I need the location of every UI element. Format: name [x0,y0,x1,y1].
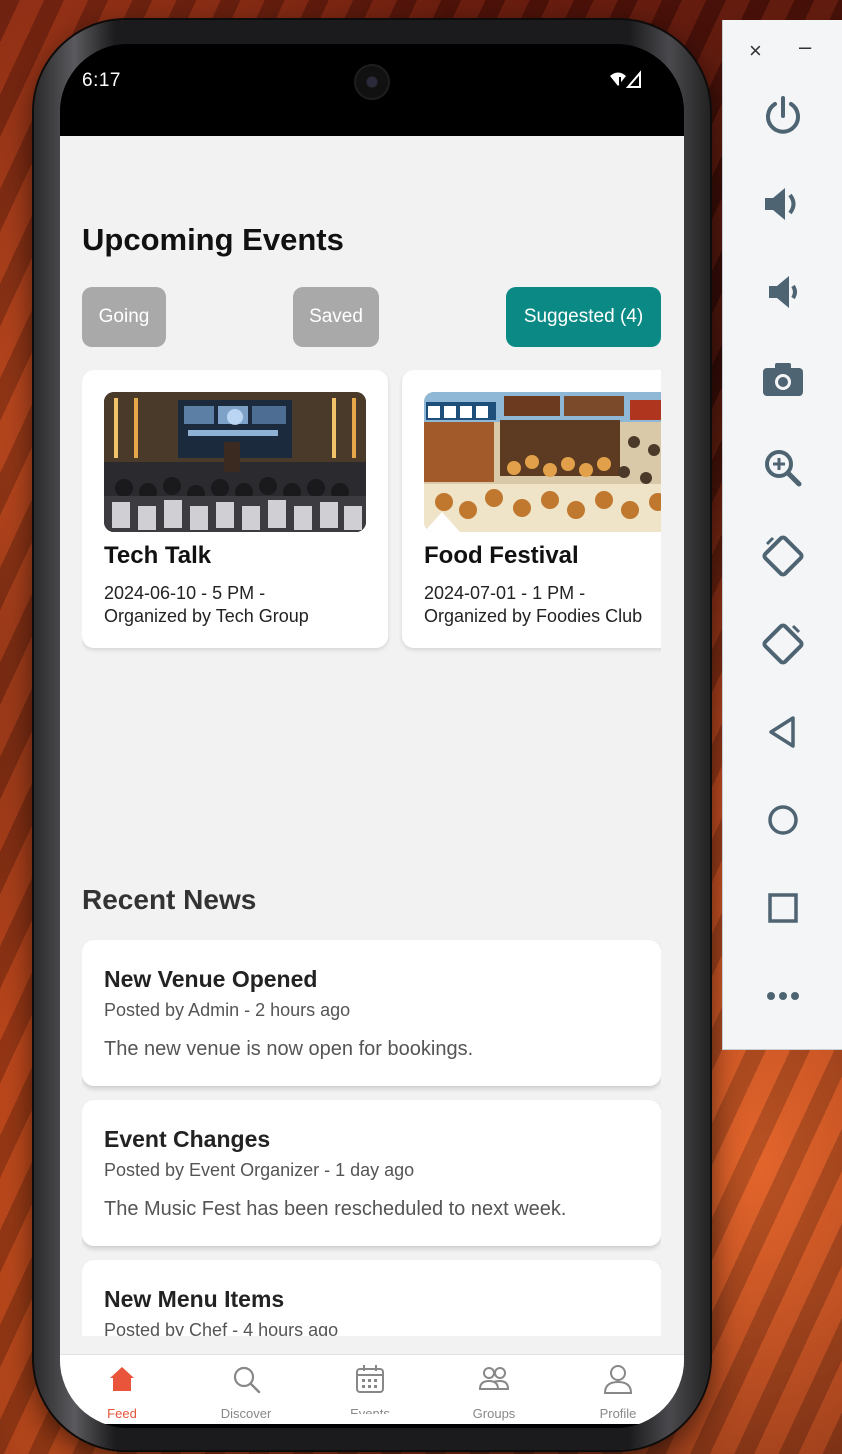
front-camera [354,64,390,100]
news-headline: Event Changes [104,1126,271,1152]
upcoming-events-title: Upcoming Events [82,222,344,257]
news-byline: Posted by Admin - 2 hours ago [104,1000,351,1020]
groups-icon [478,1363,510,1395]
event-card-tech-talk[interactable]: Tech Talk 2024-06-10 - 5 PM - Organized … [82,370,388,648]
news-card[interactable]: Event Changes Posted by Event Organizer … [82,1100,661,1246]
nav-groups[interactable]: Groups [432,1355,556,1425]
status-bar: 6:17 [60,44,684,136]
nav-label: Feed [107,1406,137,1421]
close-icon[interactable]: × [749,38,762,64]
event-name: Tech Talk [104,542,212,569]
event-organizer: Organized by Foodies Club [424,606,643,626]
nav-feed[interactable]: Feed [60,1355,184,1425]
app-content: Upcoming Events Going Saved Suggested (4… [60,136,684,1376]
news-card[interactable]: New Menu Items Posted by Chef - 4 hours … [82,1260,661,1336]
more-icon[interactable] [759,972,807,1020]
saved-filter-button[interactable]: Saved [293,287,379,347]
recent-news-section[interactable]: Recent News New Venue Opened Posted by A… [82,876,661,1336]
food-festival-image [424,392,661,532]
event-date: 2024-07-01 - 1 PM - [424,583,586,603]
news-headline: New Venue Opened [104,966,318,992]
event-name: Food Festival [424,542,579,569]
news-body: The new venue is now open for bookings. [104,1038,474,1060]
status-time: 6:17 [82,70,121,91]
rotate-left-icon[interactable] [759,532,807,580]
camera-icon[interactable] [759,356,807,404]
news-byline: Posted by Chef - 4 hours ago [104,1320,339,1336]
event-date: 2024-06-10 - 5 PM - [104,583,266,603]
going-filter-button[interactable]: Going [82,287,166,347]
nav-label: Discover [220,1406,272,1421]
phone-frame: 6:17 Upcoming Events Going Saved Suggest… [34,20,710,1450]
calendar-icon [354,1363,386,1395]
emulator-toolbar: × – [722,20,842,1050]
home-circle-icon[interactable] [759,796,807,844]
minimize-icon[interactable]: – [799,34,811,60]
back-icon[interactable] [759,708,807,756]
suggested-filter-button[interactable]: Suggested (4) [506,287,661,347]
phone-screen: 6:17 Upcoming Events Going Saved Suggest… [60,44,684,1428]
power-icon[interactable] [759,92,807,140]
nav-label: Groups [472,1406,516,1421]
overview-icon[interactable] [759,884,807,932]
nav-profile[interactable]: Profile [556,1355,680,1425]
nav-label: Profile [599,1406,637,1421]
event-meta: 2024-06-10 - 5 PM - Organized by Tech Gr… [104,582,374,628]
event-carousel[interactable]: Tech Talk 2024-06-10 - 5 PM - Organized … [82,370,661,660]
event-organizer: Organized by Tech Group [104,606,309,626]
news-byline: Posted by Event Organizer - 1 day ago [104,1160,415,1180]
news-card[interactable]: New Venue Opened Posted by Admin - 2 hou… [82,940,661,1086]
event-meta: 2024-07-01 - 1 PM - Organized by Foodies… [424,582,661,628]
home-gesture-bar[interactable] [296,1414,448,1419]
profile-icon [602,1363,634,1395]
zoom-icon[interactable] [759,444,807,492]
news-body: The Music Fest has been rescheduled to n… [104,1198,567,1220]
event-card-food-festival[interactable]: Food Festival 2024-07-01 - 1 PM - Organi… [402,370,661,648]
tech-talk-image [104,392,366,532]
nav-discover[interactable]: Discover [184,1355,308,1425]
volume-up-icon[interactable] [759,180,807,228]
wifi-signal-icon [608,70,644,95]
recent-news-title: Recent News [82,884,257,915]
news-headline: New Menu Items [104,1286,285,1312]
rotate-right-icon[interactable] [759,620,807,668]
search-icon [230,1363,262,1395]
volume-down-icon[interactable] [759,268,807,316]
home-icon [106,1363,138,1395]
